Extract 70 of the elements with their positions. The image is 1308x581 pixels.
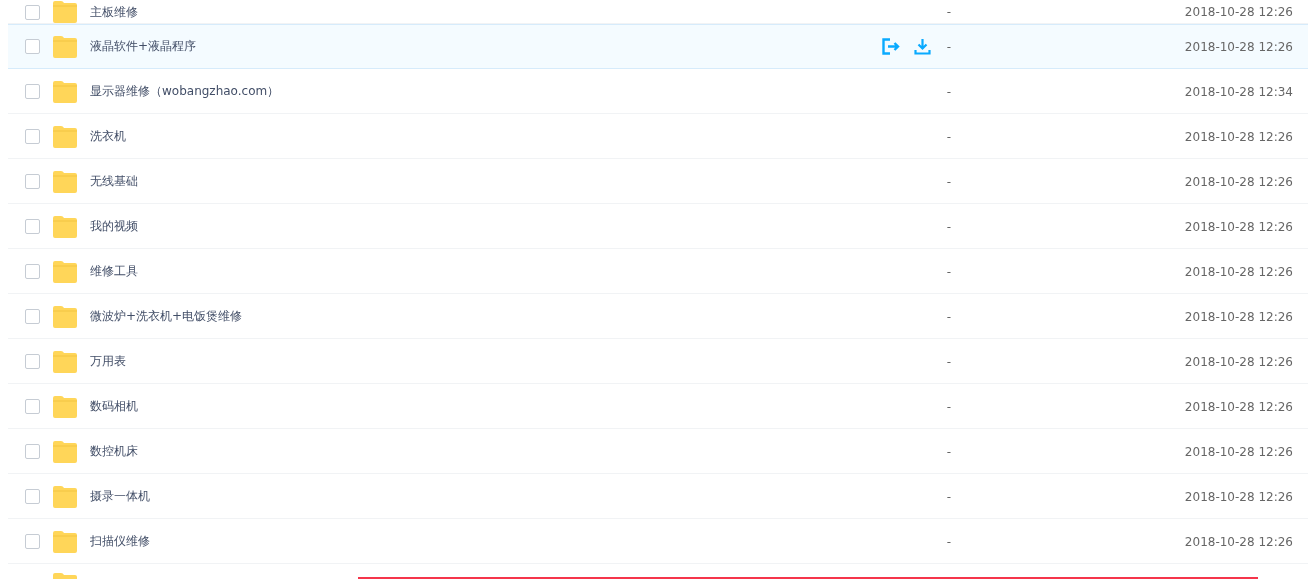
file-size: -	[946, 84, 953, 99]
checkbox[interactable]	[25, 489, 40, 504]
file-size: -	[946, 534, 953, 549]
file-name[interactable]: 摄录一体机	[90, 488, 881, 505]
checkbox[interactable]	[25, 309, 40, 324]
folder-icon	[52, 260, 78, 283]
file-size: -	[946, 399, 953, 414]
checkbox[interactable]	[25, 219, 40, 234]
modified-date: 2018-10-28 12:26	[1184, 5, 1293, 19]
folder-icon	[52, 80, 78, 103]
folder-icon	[52, 573, 78, 579]
file-name[interactable]: 洗衣机	[90, 128, 881, 145]
modified-date: 2018-10-28 12:26	[1184, 219, 1293, 234]
share-icon[interactable]	[880, 38, 900, 55]
folder-icon	[52, 35, 78, 58]
modified-date: 2018-10-28 12:26	[1184, 264, 1293, 279]
file-size: -	[946, 309, 953, 324]
file-size: -	[946, 489, 953, 504]
checkbox[interactable]	[25, 264, 40, 279]
modified-date: 2018-10-28 12:26	[1184, 534, 1293, 549]
modified-date: 2018-10-28 12:26	[1184, 489, 1293, 504]
file-size: -	[946, 219, 953, 234]
modified-date: 2018-10-28 12:26	[1184, 174, 1293, 189]
modified-date: 2018-10-28 12:26	[1184, 129, 1293, 144]
file-name[interactable]: 数码相机	[90, 398, 881, 415]
folder-icon	[52, 305, 78, 328]
modified-date: 2018-10-28 12:26	[1184, 444, 1293, 459]
folder-icon	[52, 215, 78, 238]
folder-icon	[52, 170, 78, 193]
file-name[interactable]: 扫描仪维修	[90, 533, 881, 550]
checkbox[interactable]	[25, 444, 40, 459]
checkbox[interactable]	[25, 4, 40, 20]
file-name[interactable]: 维修工具	[90, 263, 881, 280]
folder-icon	[52, 1, 78, 23]
file-size: -	[946, 5, 953, 19]
folder-icon	[52, 350, 78, 373]
modified-date: 2018-10-28 12:26	[1184, 354, 1293, 369]
folder-icon	[52, 125, 78, 148]
file-row[interactable]: 液晶软件+液晶程序 - 2018-10-28 12:26	[8, 24, 1308, 69]
file-name[interactable]: 万用表	[90, 353, 881, 370]
checkbox[interactable]	[25, 174, 40, 189]
checkbox[interactable]	[25, 354, 40, 369]
folder-icon	[52, 530, 78, 553]
download-icon[interactable]	[913, 38, 931, 55]
file-row[interactable]: 主板维修 - 2018-10-28 12:26	[8, 0, 1308, 24]
file-size: -	[946, 264, 953, 279]
file-name[interactable]: 我的视频	[90, 218, 881, 235]
modified-date: 2018-10-28 12:26	[1184, 39, 1293, 54]
checkbox[interactable]	[25, 129, 40, 144]
file-name[interactable]: 无线基础	[90, 173, 881, 190]
file-name[interactable]: 液晶软件+液晶程序	[90, 38, 881, 55]
file-size: -	[946, 129, 953, 144]
file-size: -	[946, 174, 953, 189]
file-name[interactable]: 微波炉+洗衣机+电饭煲维修	[90, 308, 881, 325]
modified-date: 2018-10-28 12:34	[1184, 84, 1293, 99]
file-name[interactable]: 数控机床	[90, 443, 881, 460]
file-size: -	[946, 444, 953, 459]
checkbox[interactable]	[25, 84, 40, 99]
checkbox[interactable]	[25, 39, 40, 54]
checkbox[interactable]	[25, 399, 40, 414]
modified-date: 2018-10-28 12:26	[1184, 399, 1293, 414]
modified-date: 2018-10-28 12:26	[1184, 309, 1293, 324]
file-name[interactable]: 显示器维修（wobangzhao.com）	[90, 83, 881, 100]
file-size: -	[946, 39, 953, 54]
folder-icon	[52, 485, 78, 508]
file-size: -	[946, 354, 953, 369]
folder-icon	[52, 395, 78, 418]
checkbox[interactable]	[25, 534, 40, 549]
file-name[interactable]: 主板维修	[90, 3, 881, 21]
folder-icon	[52, 440, 78, 463]
